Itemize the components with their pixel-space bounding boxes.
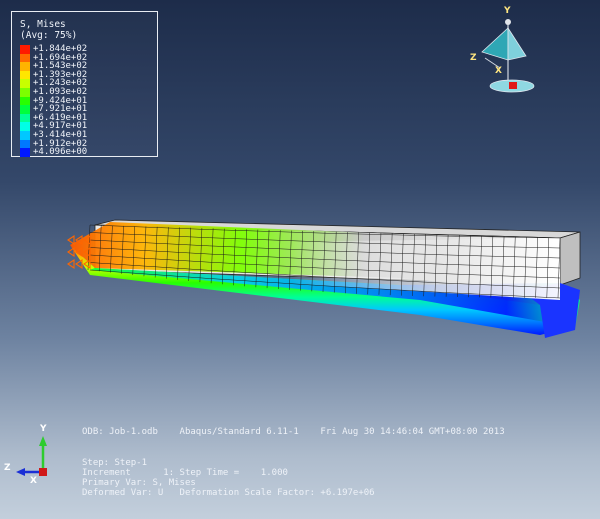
step-info-line: Step: Step-1 (82, 458, 148, 468)
view-triad-z-label: Z (470, 53, 477, 63)
fixed-support-marker (67, 234, 75, 246)
view-triad-y-label: Y (504, 6, 511, 16)
axis-triad-z-label: Z (4, 463, 11, 473)
odb-info-line: ODB: Job-1.odb Abaqus/Standard 6.11-1 Fr… (82, 427, 505, 437)
view-triad-x-label: X (495, 66, 502, 76)
axis-triad-y-label: Y (40, 424, 47, 434)
primary-var-line: Primary Var: S, Mises (82, 478, 196, 488)
global-axis-triad (16, 436, 47, 476)
model-viewport[interactable] (0, 0, 600, 519)
view-orientation-triad[interactable] (481, 19, 535, 93)
increment-info-line: Increment 1: Step Time = 1.000 (82, 468, 288, 478)
axis-triad-x-label: X (30, 476, 37, 486)
deformed-var-line: Deformed Var: U Deformation Scale Factor… (82, 488, 375, 498)
deformed-mesh (70, 222, 580, 338)
